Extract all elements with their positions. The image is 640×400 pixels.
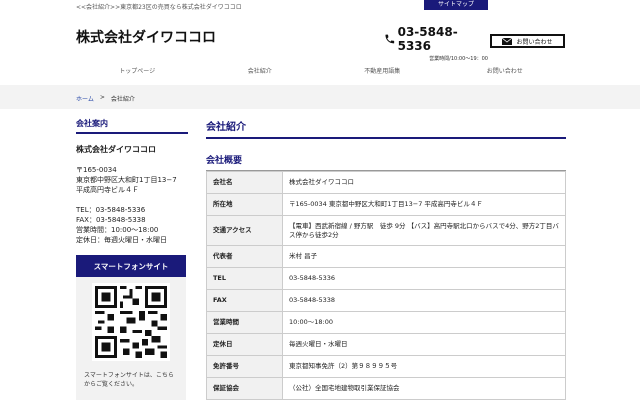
phone-number: 03-5848-5336 bbox=[397, 25, 458, 53]
row-key: FAX bbox=[206, 289, 283, 312]
table-row: 営業時間 10:00〜18:00 bbox=[206, 311, 566, 334]
site-logo[interactable]: 株式会社ダイワココロ bbox=[76, 27, 216, 47]
table-row: 所在地 〒165-0034 東京都中野区大和町1丁目13−7 平成高円寺ビル４Ｆ bbox=[206, 193, 566, 216]
phone-number-row[interactable]: 03-5848-5336 bbox=[384, 25, 488, 53]
page-title: 会社紹介 bbox=[206, 118, 566, 139]
row-key: 営業時間 bbox=[206, 311, 283, 334]
row-key: 会社名 bbox=[206, 171, 283, 194]
sidebar-heading: 会社案内 bbox=[76, 118, 188, 134]
main-content: 会社紹介 会社概要 会社名 株式会社ダイワココロ 所在地 〒165-0034 東京都… bbox=[206, 118, 566, 400]
sidebar-tel: TEL：03-5848-5336 bbox=[76, 206, 146, 214]
row-value: 東京都知事免許（2）第９８９９５号 bbox=[282, 355, 566, 378]
sidebar-company-name: 株式会社ダイワココロ bbox=[76, 145, 156, 154]
nav-item-company[interactable]: 会社紹介 bbox=[199, 66, 322, 75]
sidebar-contact-info: TEL：03-5848-5336 FAX：03-5848-5338 営業時間：1… bbox=[76, 205, 188, 245]
row-value: 【電車】西武新宿線 / 野方駅 徒歩 9分 【バス】高円寺駅北口からバスで4分、… bbox=[282, 215, 566, 246]
sidebar-address-line1: 東京都中野区大和町1丁目13−7 bbox=[76, 176, 177, 184]
smartphone-site-button[interactable]: スマートフォンサイト bbox=[76, 255, 186, 277]
row-key: 定休日 bbox=[206, 333, 283, 356]
section-title: 会社概要 bbox=[206, 153, 566, 171]
sidebar-hours: 営業時間：10:00〜18:00 bbox=[76, 226, 159, 234]
phone-block: 03-5848-5336 営業時間/10:00〜19：00 bbox=[384, 25, 488, 62]
sidebar-postal: 〒165-0034 bbox=[76, 166, 117, 174]
row-value: 米村 昌子 bbox=[282, 245, 566, 268]
table-row: 免許番号 東京都知事免許（2）第９８９９５号 bbox=[206, 355, 566, 378]
sitemap-button[interactable]: サイトマップ bbox=[424, 0, 488, 10]
breadcrumb-current: 会社紹介 bbox=[110, 96, 135, 103]
phone-icon bbox=[385, 34, 395, 44]
row-value: 株式会社ダイワココロ bbox=[282, 171, 566, 194]
qr-code bbox=[92, 283, 170, 361]
table-row: FAX 03-5848-5338 bbox=[206, 289, 566, 312]
sidebar-fax: FAX：03-5848-5338 bbox=[76, 216, 146, 224]
sidebar-address: 〒165-0034 東京都中野区大和町1丁目13−7 平成高円寺ビル４Ｆ bbox=[76, 165, 188, 195]
qr-panel: スマートフォンサイトは、こちらからご覧ください。 bbox=[76, 277, 186, 400]
sidebar: 会社案内 株式会社ダイワココロ 〒165-0034 東京都中野区大和町1丁目13… bbox=[76, 118, 188, 400]
row-key: 代表者 bbox=[206, 245, 283, 268]
contact-label: お問い合わせ bbox=[516, 38, 553, 46]
row-key: 免許番号 bbox=[206, 355, 283, 378]
nav-item-contact[interactable]: お問い合わせ bbox=[444, 66, 567, 75]
row-key: 保証協会 bbox=[206, 377, 283, 400]
breadcrumb-separator: > bbox=[99, 94, 105, 101]
row-value: 03-5848-5338 bbox=[282, 289, 566, 312]
table-row: 定休日 毎週火曜日・水曜日 bbox=[206, 333, 566, 356]
nav-item-top[interactable]: トップページ bbox=[76, 66, 199, 75]
row-value: 03-5848-5336 bbox=[282, 267, 566, 290]
mail-icon bbox=[502, 37, 513, 45]
nav-item-glossary[interactable]: 不動産用語集 bbox=[321, 66, 444, 75]
table-row: 交通アクセス 【電車】西武新宿線 / 野方駅 徒歩 9分 【バス】高円寺駅北口から… bbox=[206, 215, 566, 246]
row-key: 所在地 bbox=[206, 193, 283, 216]
breadcrumb: ホーム > 会社紹介 bbox=[76, 94, 135, 103]
row-key: TEL bbox=[206, 267, 283, 290]
breadcrumb-home[interactable]: ホーム bbox=[76, 94, 94, 103]
sidebar-holiday: 定休日：毎週火曜日・水曜日 bbox=[76, 236, 167, 244]
sidebar-address-line2: 平成高円寺ビル４Ｆ bbox=[76, 186, 139, 194]
global-nav: トップページ 会社紹介 不動産用語集 お問い合わせ bbox=[76, 66, 566, 75]
table-row: 会社名 株式会社ダイワココロ bbox=[206, 171, 566, 194]
table-row: 保証協会 （公社）全国宅地建物取引業保証協会 bbox=[206, 377, 566, 400]
qr-caption: スマートフォンサイトは、こちらからご覧ください。 bbox=[84, 372, 174, 388]
row-value: （公社）全国宅地建物取引業保証協会 bbox=[282, 377, 566, 400]
breadcrumb-topline: <<会社紹介>>東京都23区の売買なら株式会社ダイワココロ bbox=[76, 4, 242, 11]
table-row: 代表者 米村 昌子 bbox=[206, 245, 566, 268]
row-value: 毎週火曜日・水曜日 bbox=[282, 333, 566, 356]
row-value: 10:00〜18:00 bbox=[282, 311, 566, 334]
business-hours: 営業時間/10:00〜19：00 bbox=[429, 56, 488, 62]
contact-button[interactable]: お問い合わせ bbox=[490, 34, 565, 48]
table-row: TEL 03-5848-5336 bbox=[206, 267, 566, 290]
company-info-table: 会社名 株式会社ダイワココロ 所在地 〒165-0034 東京都中野区大和町1丁目1… bbox=[206, 171, 566, 400]
row-value: 〒165-0034 東京都中野区大和町1丁目13−7 平成高円寺ビル４Ｆ bbox=[282, 193, 566, 216]
row-key: 交通アクセス bbox=[206, 215, 283, 246]
